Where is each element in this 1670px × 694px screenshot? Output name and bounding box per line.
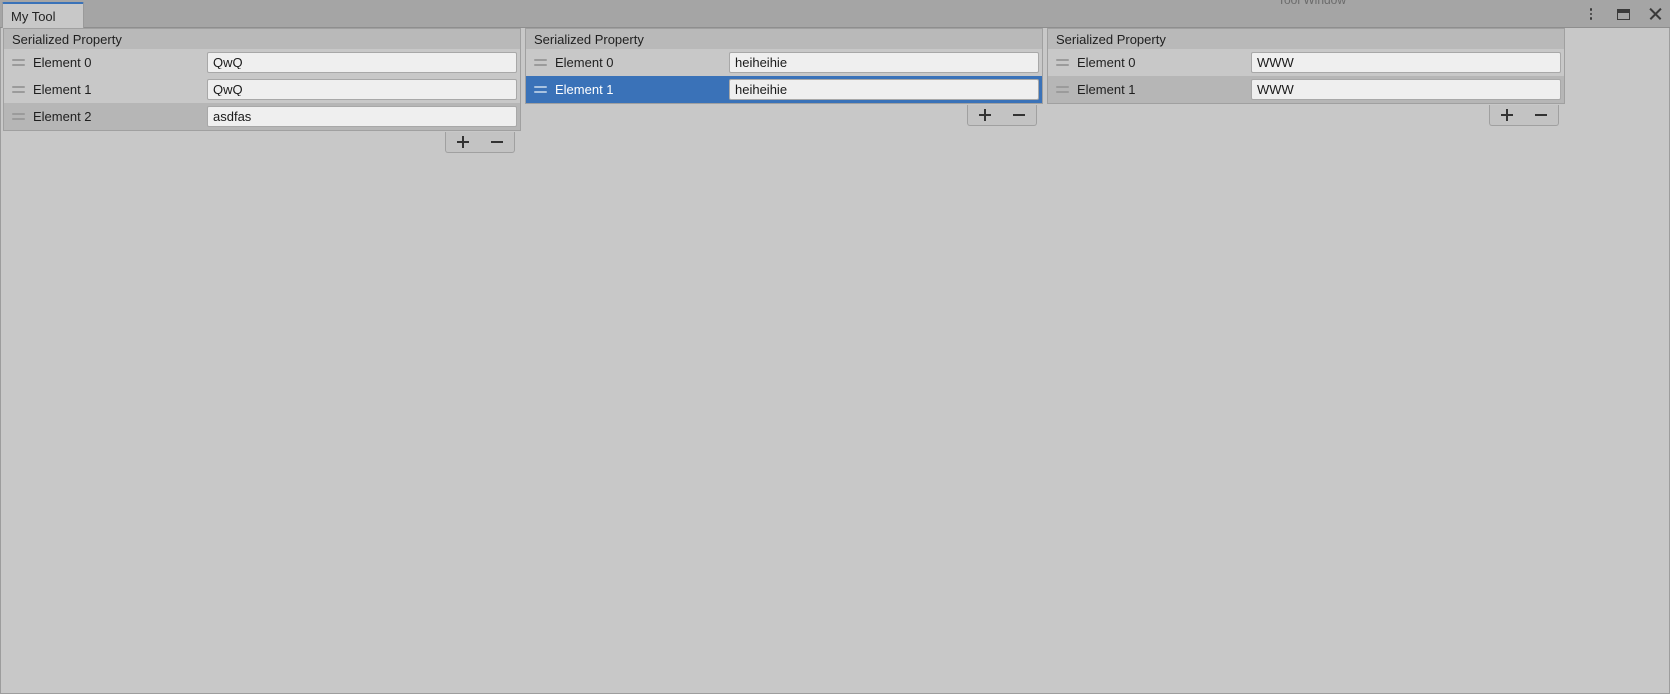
editor-workspace: Serialized Property Element 0 QwQ Elemen… [0, 28, 1670, 694]
reorderable-list-1: Serialized Property Element 0 QwQ Elemen… [3, 28, 521, 153]
minus-icon [491, 136, 503, 148]
list-1-row-0-value: QwQ [213, 56, 243, 69]
drag-handle-icon[interactable] [12, 59, 25, 66]
list-1-header-label: Serialized Property [12, 31, 122, 47]
list-3-row-1-label: Element 1 [1077, 82, 1136, 97]
minus-icon [1535, 109, 1547, 121]
plus-icon [979, 109, 991, 121]
list-2-body: Element 0 heiheihie Element 1 heiheihie [525, 49, 1043, 104]
tab-label: My Tool [11, 8, 56, 24]
list-2-remove-button[interactable] [1006, 106, 1032, 124]
list-2-header-label: Serialized Property [534, 31, 644, 47]
list-1-row-1-value: QwQ [213, 83, 243, 96]
list-2-row-1[interactable]: Element 1 heiheihie [526, 76, 1042, 103]
list-3-header-label: Serialized Property [1056, 31, 1166, 47]
close-icon[interactable] [1646, 5, 1664, 23]
drag-handle-icon[interactable] [534, 86, 547, 93]
list-2-row-0-input[interactable]: heiheihie [729, 52, 1039, 73]
list-2-header: Serialized Property [525, 28, 1043, 49]
window-title-bar: Tool Window My Tool [0, 0, 1670, 28]
list-3-row-0[interactable]: Element 0 WWW [1048, 49, 1564, 76]
list-1-add-button[interactable] [450, 133, 476, 151]
list-1-row-2-value: asdfas [213, 110, 252, 123]
reorderable-list-2: Serialized Property Element 0 heiheihie … [525, 28, 1043, 126]
list-1-row-1-label: Element 1 [33, 82, 92, 97]
list-1-remove-button[interactable] [484, 133, 510, 151]
list-2-footer [967, 105, 1037, 126]
clipped-window-title: Tool Window [1232, 0, 1392, 5]
list-2-row-0-label: Element 0 [555, 55, 614, 70]
list-1-row-2-label: Element 2 [33, 109, 92, 124]
list-1-row-1[interactable]: Element 1 QwQ [4, 76, 520, 103]
kebab-menu-icon[interactable] [1582, 5, 1600, 23]
list-3-header: Serialized Property [1047, 28, 1565, 49]
list-1-row-0-input[interactable]: QwQ [207, 52, 517, 73]
kebab-dots [1589, 8, 1593, 20]
list-1-footer [445, 132, 515, 153]
list-1-row-0[interactable]: Element 0 QwQ [4, 49, 520, 76]
list-3-footer [1489, 105, 1559, 126]
list-1-row-2[interactable]: Element 2 asdfas [4, 103, 520, 130]
drag-handle-icon[interactable] [1056, 86, 1069, 93]
unity-editor-window: Tool Window My Tool Serialized Property [0, 0, 1670, 694]
plus-icon [457, 136, 469, 148]
list-3-body: Element 0 WWW Element 1 WWW [1047, 49, 1565, 104]
maximize-box [1616, 8, 1630, 20]
list-2-row-0[interactable]: Element 0 heiheihie [526, 49, 1042, 76]
list-2-row-1-label: Element 1 [555, 82, 614, 97]
list-3-row-1-value: WWW [1257, 83, 1294, 96]
list-2-row-0-value: heiheihie [735, 56, 788, 69]
list-3-row-0-input[interactable]: WWW [1251, 52, 1561, 73]
reorderable-list-3: Serialized Property Element 0 WWW Elemen… [1047, 28, 1565, 126]
list-1-header: Serialized Property [3, 28, 521, 49]
list-2-row-1-input[interactable]: heiheihie [729, 79, 1039, 100]
drag-handle-icon[interactable] [12, 113, 25, 120]
list-3-remove-button[interactable] [1528, 106, 1554, 124]
window-controls [1582, 3, 1664, 25]
list-3-row-0-value: WWW [1257, 56, 1294, 69]
list-2-add-button[interactable] [972, 106, 998, 124]
list-1-row-2-input[interactable]: asdfas [207, 106, 517, 127]
list-1-row-0-label: Element 0 [33, 55, 92, 70]
list-1-row-1-input[interactable]: QwQ [207, 79, 517, 100]
list-3-row-1-input[interactable]: WWW [1251, 79, 1561, 100]
tab-my-tool[interactable]: My Tool [2, 2, 84, 28]
list-1-body: Element 0 QwQ Element 1 QwQ Element 2 as… [3, 49, 521, 131]
drag-handle-icon[interactable] [12, 86, 25, 93]
drag-handle-icon[interactable] [534, 59, 547, 66]
maximize-icon[interactable] [1614, 5, 1632, 23]
list-2-row-1-value: heiheihie [735, 83, 788, 96]
minus-icon [1013, 109, 1025, 121]
list-3-row-1[interactable]: Element 1 WWW [1048, 76, 1564, 103]
list-3-add-button[interactable] [1494, 106, 1520, 124]
plus-icon [1501, 109, 1513, 121]
close-cross [1648, 7, 1662, 21]
drag-handle-icon[interactable] [1056, 59, 1069, 66]
list-3-row-0-label: Element 0 [1077, 55, 1136, 70]
